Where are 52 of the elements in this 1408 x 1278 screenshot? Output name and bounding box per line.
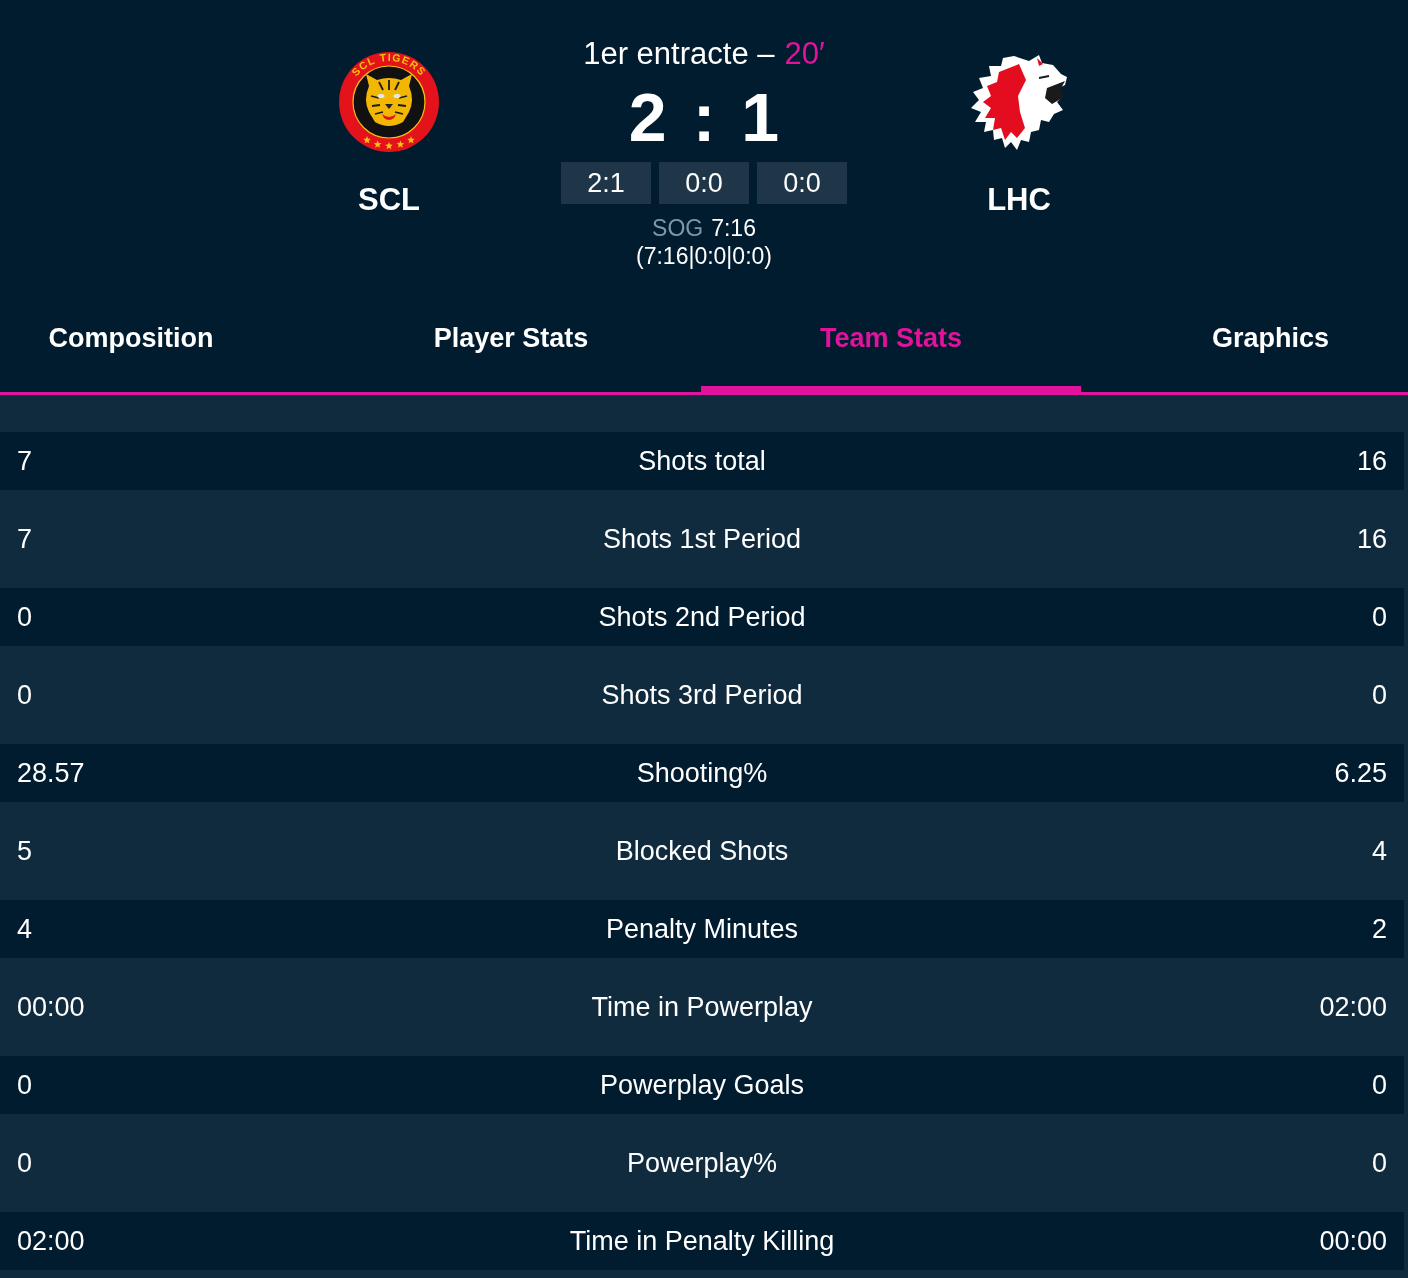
game-minute: 20′ [784, 35, 825, 73]
stat-label: Time in Powerplay [591, 991, 813, 1023]
stat-label: Shooting% [636, 757, 768, 789]
away-value: 16 [1355, 445, 1387, 477]
tab[interactable]: Composition [0, 290, 321, 392]
away-value: 00:00 [1318, 1225, 1387, 1257]
home-value: 0 [17, 601, 34, 633]
game-status: 1er entracte – [583, 35, 775, 73]
period-score: 0:0 [757, 162, 847, 204]
team-abbreviation: SCL [358, 182, 420, 218]
sog-value: 7:16 [711, 214, 756, 242]
away-value: 16 [1355, 523, 1387, 555]
stat-label: Powerplay Goals [599, 1069, 805, 1101]
away-score: 1 [741, 82, 780, 152]
stat-label: Penalty Minutes [605, 913, 799, 945]
home-value: 28.57 [17, 757, 86, 789]
score-separator: : [692, 82, 716, 152]
away-value: 6.25 [1333, 757, 1387, 789]
away-value: 2 [1371, 913, 1387, 945]
away-value: 02:00 [1318, 991, 1387, 1023]
period-score: 0:0 [659, 162, 749, 204]
away-value: 0 [1371, 1069, 1387, 1101]
home-score: 2 [628, 82, 667, 152]
home-value: 5 [17, 835, 34, 867]
home-value: 7 [17, 445, 34, 477]
stat-label: Shots 3rd Period [601, 679, 803, 711]
tab[interactable]: Team Stats [701, 290, 1081, 392]
team-abbreviation: LHC [987, 182, 1051, 218]
away-value: 0 [1371, 1147, 1387, 1179]
sog-label: SOG [652, 214, 704, 242]
lion-head-icon [969, 52, 1069, 152]
away-value: 0 [1371, 601, 1387, 633]
away-value: 4 [1371, 835, 1387, 867]
sog-by-period: (7:16|0:0|0:0) [636, 242, 772, 270]
home-value: 00:00 [17, 991, 86, 1023]
tiger-emblem-icon [339, 52, 439, 152]
stat-label: Shots 2nd Period [598, 601, 806, 633]
tab[interactable]: Graphics [1081, 290, 1408, 392]
stat-label: Blocked Shots [615, 835, 789, 867]
away-value: 0 [1370, 679, 1387, 711]
stat-label: Shots total [638, 445, 766, 477]
home-value: 7 [17, 523, 34, 555]
stat-label: Powerplay% [626, 1147, 778, 1179]
stat-label: Shots 1st Period [602, 523, 802, 555]
tab[interactable]: Player Stats [321, 290, 701, 392]
home-value: 0 [17, 679, 34, 711]
stat-label: Time in Penalty Killing [569, 1225, 835, 1257]
home-value: 0 [17, 1147, 34, 1179]
home-value: 0 [17, 1069, 34, 1101]
period-score: 2:1 [561, 162, 651, 204]
home-value: 02:00 [17, 1225, 86, 1257]
home-value: 4 [17, 913, 34, 945]
